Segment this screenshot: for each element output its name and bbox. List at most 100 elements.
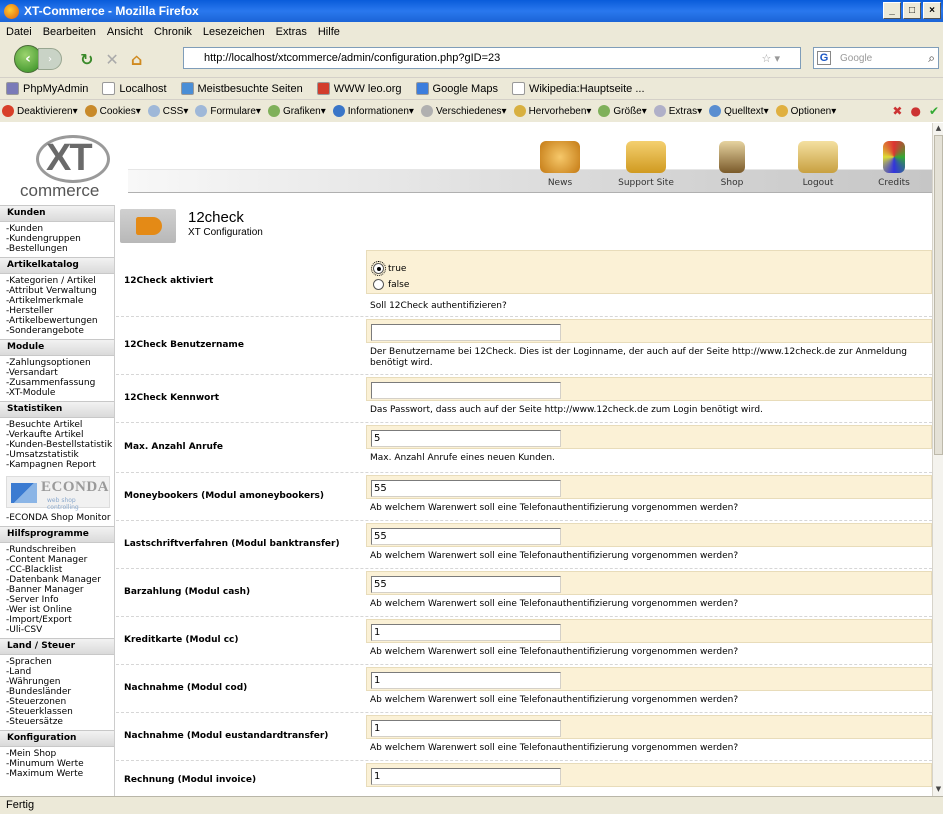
menu-ansicht[interactable]: Ansicht	[107, 26, 143, 38]
scroll-up-icon[interactable]: ▲	[934, 124, 943, 134]
header-link-logout[interactable]: Logout	[778, 141, 858, 188]
bookmark-item[interactable]: Wikipedia:Hauptseite ...	[511, 82, 645, 95]
ok-check-icon[interactable]: ✔	[929, 104, 939, 118]
radio-option-true[interactable]: true	[371, 261, 406, 276]
maximize-button[interactable]: □	[903, 2, 921, 19]
google-icon[interactable]: G	[817, 51, 831, 65]
sidebar-link[interactable]: -Sprachen	[0, 657, 114, 667]
devbar-menu-item[interactable]: Hervorheben▾	[513, 105, 591, 117]
sidebar-link[interactable]: -Währungen	[0, 677, 114, 687]
devbar-menu-item[interactable]: Grafiken▾	[267, 105, 326, 117]
config-text-input[interactable]: 1	[371, 672, 561, 689]
radio-option-false[interactable]: false	[373, 279, 409, 290]
sidebar-link[interactable]: -Bestellungen	[0, 244, 114, 254]
forward-button[interactable]: ›	[38, 48, 62, 70]
config-text-input[interactable]: 55	[371, 480, 561, 497]
sidebar-link[interactable]: -Land	[0, 667, 114, 677]
sidebar-link[interactable]: -Kampagnen Report	[0, 460, 114, 470]
sidebar-link[interactable]: -Verkaufte Artikel	[0, 430, 114, 440]
sidebar-link[interactable]: -Hersteller	[0, 306, 114, 316]
sidebar-link[interactable]: -Umsatzstatistik	[0, 450, 114, 460]
error-close-icon[interactable]: ✖	[892, 104, 902, 118]
devbar-menu-item[interactable]: Quelltext▾	[709, 105, 769, 117]
menu-bearbeiten[interactable]: Bearbeiten	[43, 26, 96, 38]
config-text-input[interactable]: 1	[371, 624, 561, 641]
devbar-menu-item[interactable]: Optionen▾	[775, 105, 836, 117]
sidebar-link[interactable]: -Kundengruppen	[0, 234, 114, 244]
sidebar-link[interactable]: -Versandart	[0, 368, 114, 378]
sidebar-link[interactable]: -Banner Manager	[0, 585, 114, 595]
bookmark-star-icon[interactable]: ☆ ▾	[762, 52, 780, 65]
config-text-input[interactable]: 1	[371, 768, 561, 785]
vertical-scrollbar[interactable]: ▲ ▼	[932, 123, 943, 796]
radio-button[interactable]	[371, 261, 386, 276]
sidebar-link[interactable]: -Maximum Werte	[0, 769, 114, 779]
menu-chronik[interactable]: Chronik	[154, 26, 192, 38]
config-text-input[interactable]	[371, 324, 561, 341]
sidebar-link[interactable]: -Steuerklassen	[0, 707, 114, 717]
devbar-menu-item[interactable]: Informationen▾	[332, 105, 414, 117]
sidebar-link[interactable]: -Attribut Verwaltung	[0, 286, 114, 296]
sidebar-link[interactable]: -XT-Module	[0, 388, 114, 398]
sidebar-link[interactable]: -Kunden	[0, 224, 114, 234]
stop-icon[interactable]: ✕	[105, 50, 118, 69]
config-text-input[interactable]: 5	[371, 430, 561, 447]
header-link-news[interactable]: News	[520, 141, 600, 188]
devbar-menu-item[interactable]: Cookies▾	[84, 105, 141, 117]
sidebar-link[interactable]: -Content Manager	[0, 555, 114, 565]
econda-logo[interactable]: ECONDA web shop controlling	[6, 476, 110, 511]
bookmark-item[interactable]: Meistbesuchte Seiten	[180, 82, 303, 95]
sidebar-link[interactable]: -Minumum Werte	[0, 759, 114, 769]
scroll-down-icon[interactable]: ▼	[934, 785, 943, 795]
sidebar-link[interactable]: -Sonderangebote	[0, 326, 114, 336]
sidebar-link[interactable]: -Artikelmerkmale	[0, 296, 114, 306]
config-text-input[interactable]: 1	[371, 720, 561, 737]
bookmark-item[interactable]: Localhost	[102, 82, 167, 95]
config-text-input[interactable]: 55	[371, 528, 561, 545]
devbar-menu-item[interactable]: Extras▾	[653, 105, 702, 117]
close-button[interactable]: ×	[923, 2, 941, 19]
menu-lesezeichen[interactable]: Lesezeichen	[203, 26, 265, 38]
sidebar-link[interactable]: -Zahlungsoptionen	[0, 358, 114, 368]
sidebar-link[interactable]: -Kategorien / Artikel	[0, 276, 114, 286]
sidebar-link[interactable]: -Steuerzonen	[0, 697, 114, 707]
sidebar-link[interactable]: -Datenbank Manager	[0, 575, 114, 585]
error-info-icon[interactable]: ●	[910, 104, 920, 118]
radio-button[interactable]	[373, 279, 384, 290]
sidebar-link[interactable]: -Wer ist Online	[0, 605, 114, 615]
menu-datei[interactable]: Datei	[6, 26, 32, 38]
bookmark-item[interactable]: PhpMyAdmin	[6, 82, 88, 95]
devbar-menu-item[interactable]: Größe▾	[598, 105, 647, 117]
menu-hilfe[interactable]: Hilfe	[318, 26, 340, 38]
sidebar-link[interactable]: -Mein Shop	[0, 749, 114, 759]
minimize-button[interactable]: _	[883, 2, 901, 19]
devbar-menu-item[interactable]: CSS▾	[147, 105, 188, 117]
devbar-menu-item[interactable]: Verschiedenes▾	[420, 105, 507, 117]
config-text-input[interactable]: 55	[371, 576, 561, 593]
devbar-menu-item[interactable]: Deaktivieren▾	[2, 105, 78, 117]
sidebar-link[interactable]: -Import/Export	[0, 615, 114, 625]
bookmark-item[interactable]: Google Maps	[415, 82, 498, 95]
sidebar-link[interactable]: -ECONDA Shop Monitor	[0, 513, 114, 523]
devbar-menu-item[interactable]: Formulare▾	[195, 105, 261, 117]
reload-icon[interactable]: ↻	[80, 50, 93, 69]
sidebar-link[interactable]: -Zusammenfassung	[0, 378, 114, 388]
header-link-credits[interactable]: Credits	[854, 141, 932, 188]
config-text-input[interactable]	[371, 382, 561, 399]
home-icon[interactable]: ⌂	[131, 50, 142, 69]
sidebar-link[interactable]: -Uli-CSV	[0, 625, 114, 635]
header-link-support[interactable]: Support Site	[606, 141, 686, 188]
search-box[interactable]: G Google ⌕	[813, 47, 939, 69]
sidebar-link[interactable]: -Besuchte Artikel	[0, 420, 114, 430]
sidebar-link[interactable]: -Bundesländer	[0, 687, 114, 697]
sidebar-link[interactable]: -CC-Blacklist	[0, 565, 114, 575]
menu-extras[interactable]: Extras	[276, 26, 307, 38]
sidebar-link[interactable]: -Kunden-Bestellstatistik	[0, 440, 114, 450]
bookmark-item[interactable]: WWW leo.org	[316, 82, 402, 95]
scrollbar-thumb[interactable]	[934, 135, 943, 455]
sidebar-link[interactable]: -Server Info	[0, 595, 114, 605]
url-bar[interactable]: http://localhost/xtcommerce/admin/config…	[183, 47, 801, 69]
sidebar-link[interactable]: -Steuersätze	[0, 717, 114, 727]
header-link-shop[interactable]: Shop	[692, 141, 772, 188]
sidebar-link[interactable]: -Artikelbewertungen	[0, 316, 114, 326]
